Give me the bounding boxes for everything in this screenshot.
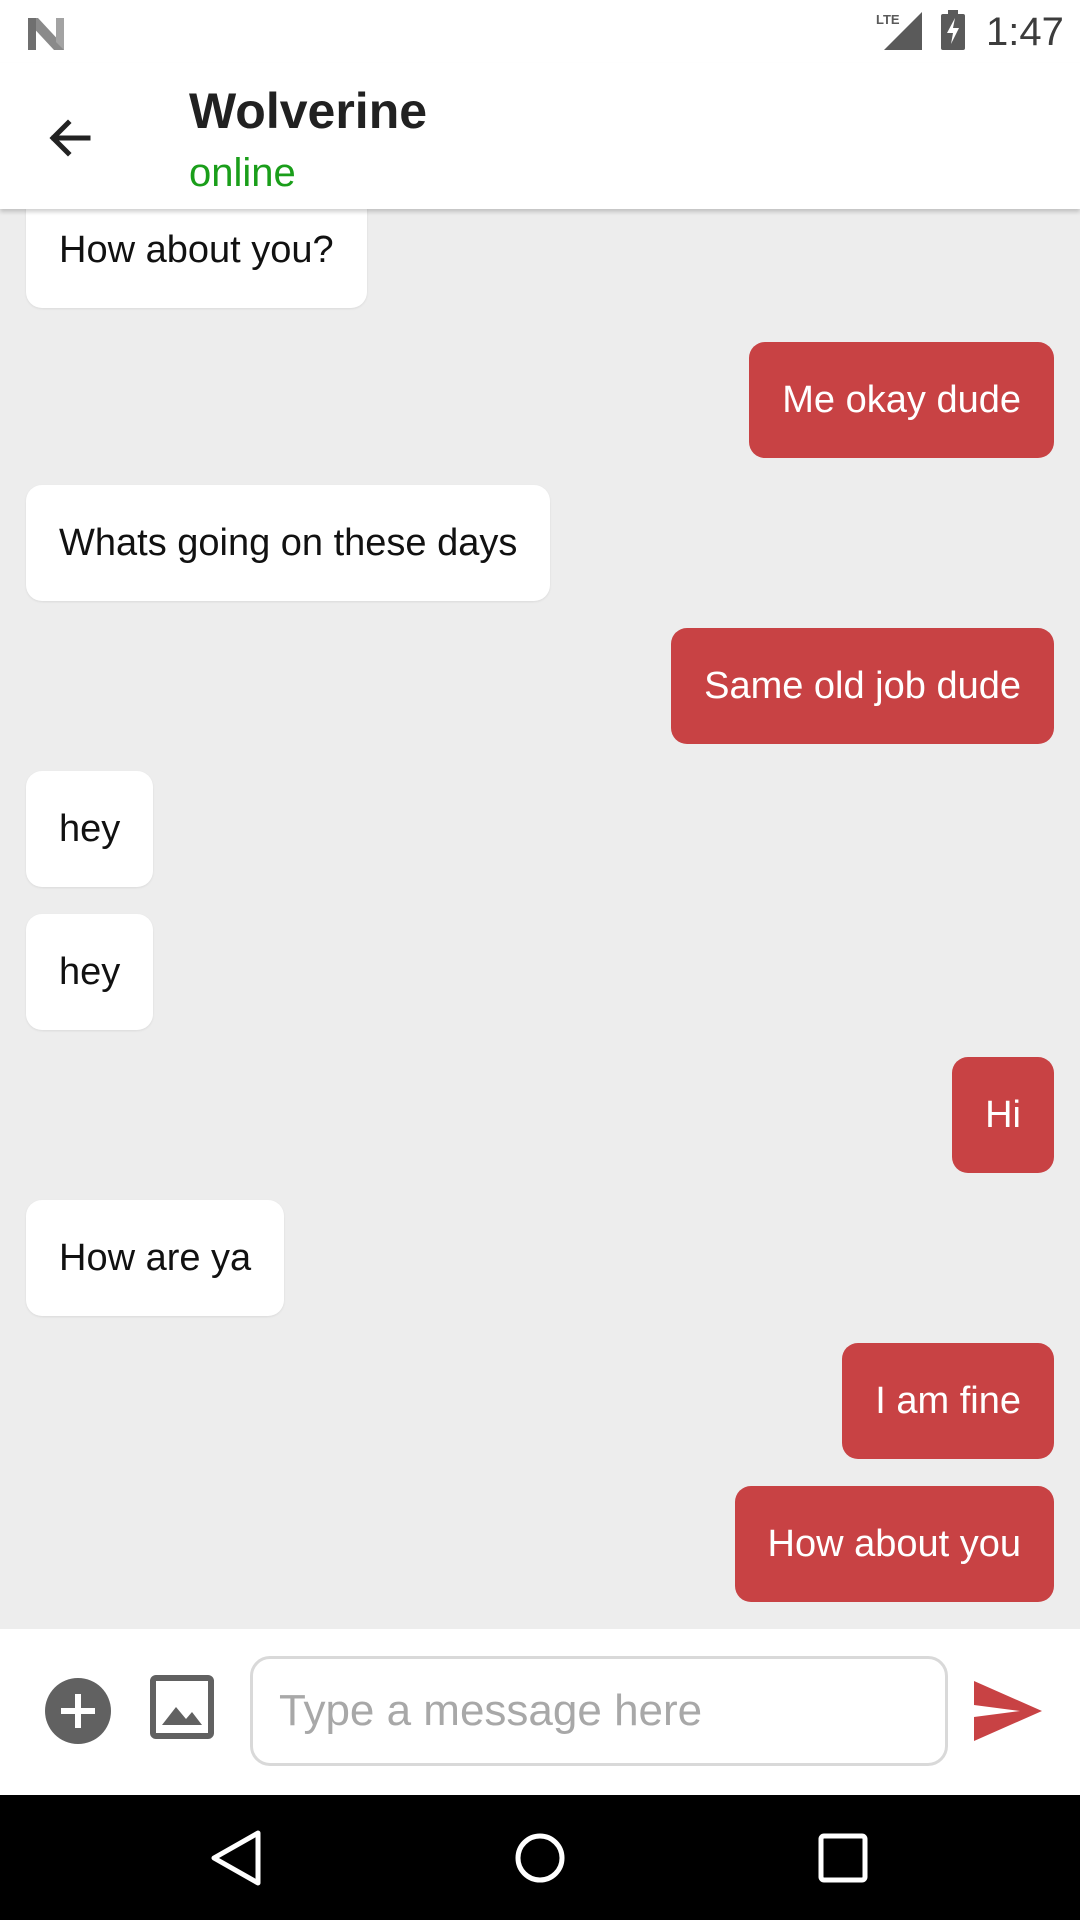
message-incoming: Whats going on these days bbox=[26, 485, 551, 601]
chat-toolbar: Wolverine online bbox=[0, 63, 1080, 209]
message-input[interactable] bbox=[250, 1656, 948, 1766]
message-incoming: How are ya bbox=[26, 1200, 285, 1316]
lte-label: LTE bbox=[876, 12, 900, 27]
contact-status: online bbox=[189, 151, 296, 195]
message-incoming: hey bbox=[26, 771, 154, 887]
message-outgoing: Me okay dude bbox=[749, 342, 1054, 458]
contact-name: Wolverine bbox=[189, 83, 428, 139]
image-icon[interactable] bbox=[150, 1675, 214, 1739]
android-n-icon bbox=[28, 18, 64, 50]
message-outgoing: Same old job dude bbox=[671, 628, 1054, 744]
status-clock: 1:47 bbox=[986, 10, 1064, 54]
message-outgoing: I am fine bbox=[842, 1343, 1054, 1459]
status-bar: LTE 1:47 bbox=[0, 0, 1080, 63]
message-incoming: How about you? bbox=[26, 209, 367, 308]
nav-home-icon[interactable] bbox=[512, 1829, 568, 1887]
message-outgoing: How about you bbox=[734, 1486, 1054, 1602]
arrow-back-icon[interactable] bbox=[40, 108, 100, 168]
lte-signal-icon: LTE bbox=[876, 12, 922, 50]
add-circle-icon[interactable] bbox=[44, 1677, 112, 1745]
battery-charging-icon bbox=[941, 10, 965, 50]
message-list[interactable]: How about you? Me okay dude Whats going … bbox=[0, 209, 1080, 1629]
nav-recents-icon[interactable] bbox=[816, 1831, 870, 1885]
message-incoming: hey bbox=[26, 914, 154, 1030]
nav-back-icon[interactable] bbox=[208, 1829, 264, 1887]
message-outgoing: Hi bbox=[952, 1057, 1054, 1173]
system-nav-bar bbox=[0, 1795, 1080, 1920]
message-composer bbox=[0, 1629, 1080, 1795]
send-icon[interactable] bbox=[972, 1679, 1044, 1743]
